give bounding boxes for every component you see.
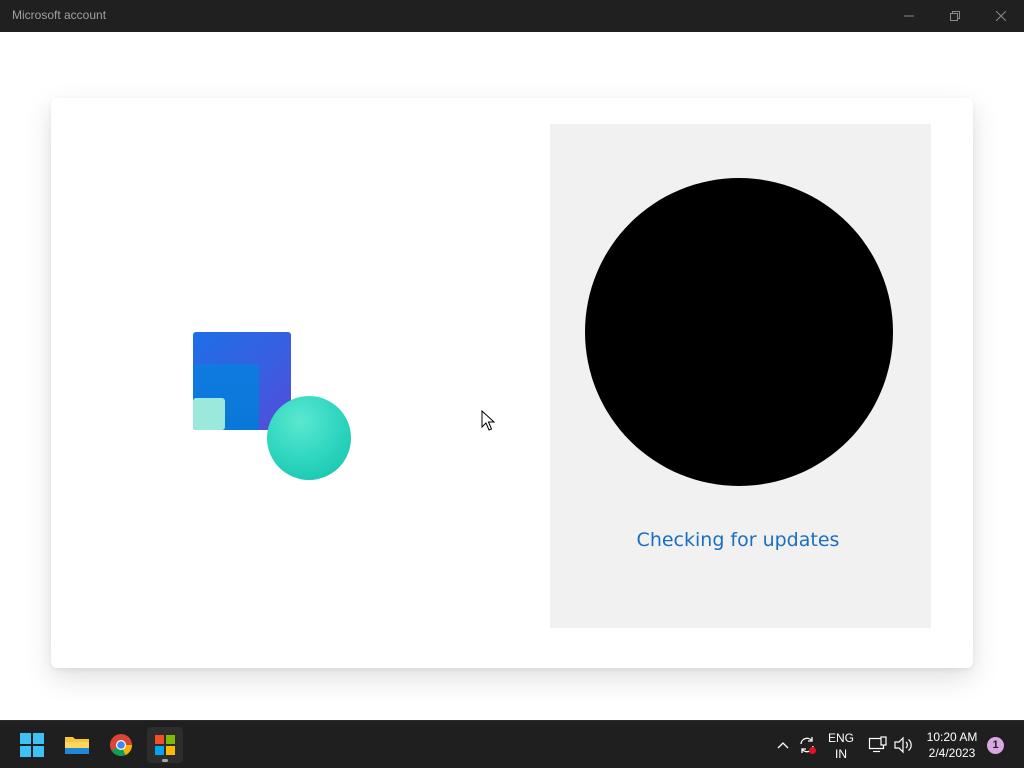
taskbar-file-explorer[interactable] bbox=[59, 727, 95, 763]
windows-logo-icon bbox=[20, 733, 44, 757]
restore-icon bbox=[950, 11, 960, 21]
active-app-indicator bbox=[162, 759, 168, 762]
clock[interactable]: 10:20 AM 2/4/2023 bbox=[920, 729, 984, 761]
status-text: Checking for updates bbox=[636, 529, 840, 551]
update-status-pane: Checking for updates bbox=[550, 124, 931, 628]
microsoft-account-illustration bbox=[191, 330, 361, 490]
progress-animation-circle bbox=[585, 178, 893, 486]
clock-date: 2/4/2023 bbox=[928, 746, 976, 760]
restore-button[interactable] bbox=[932, 0, 978, 32]
speaker-icon bbox=[894, 736, 912, 754]
clock-time: 10:20 AM bbox=[926, 730, 978, 744]
input-language-indicator[interactable]: ENG IN bbox=[826, 730, 856, 762]
folder-icon bbox=[65, 737, 89, 754]
region-code: IN bbox=[835, 747, 847, 761]
chevron-up-icon bbox=[777, 742, 789, 749]
title-bar: Microsoft account bbox=[0, 0, 1024, 32]
minimize-icon bbox=[904, 15, 914, 17]
sync-alert-icon bbox=[800, 737, 816, 754]
mouse-pointer-icon bbox=[481, 410, 495, 431]
taskbar: ENG IN 10:20 AM 2/4/2023 1 bbox=[0, 720, 1024, 768]
show-hidden-icons-button[interactable] bbox=[771, 733, 795, 757]
taskbar-chrome[interactable] bbox=[103, 727, 139, 763]
close-button[interactable] bbox=[978, 0, 1024, 32]
volume-button[interactable] bbox=[891, 733, 915, 757]
notification-badge[interactable]: 1 bbox=[987, 737, 1004, 754]
illustration-circle bbox=[267, 396, 351, 480]
sync-status-button[interactable] bbox=[795, 733, 819, 757]
network-button[interactable] bbox=[866, 733, 890, 757]
window-title: Microsoft account bbox=[12, 8, 107, 22]
network-icon bbox=[868, 736, 887, 753]
window-content: Checking for updates bbox=[0, 32, 1024, 720]
chrome-icon bbox=[110, 734, 132, 756]
illustration-small-square bbox=[193, 398, 225, 430]
start-button[interactable] bbox=[14, 727, 50, 763]
account-card: Checking for updates bbox=[51, 98, 973, 668]
taskbar-microsoft-store[interactable] bbox=[147, 727, 183, 763]
close-icon bbox=[996, 11, 1006, 21]
minimize-button[interactable] bbox=[886, 0, 932, 32]
store-icon bbox=[155, 735, 175, 755]
language-code: ENG bbox=[827, 731, 854, 745]
